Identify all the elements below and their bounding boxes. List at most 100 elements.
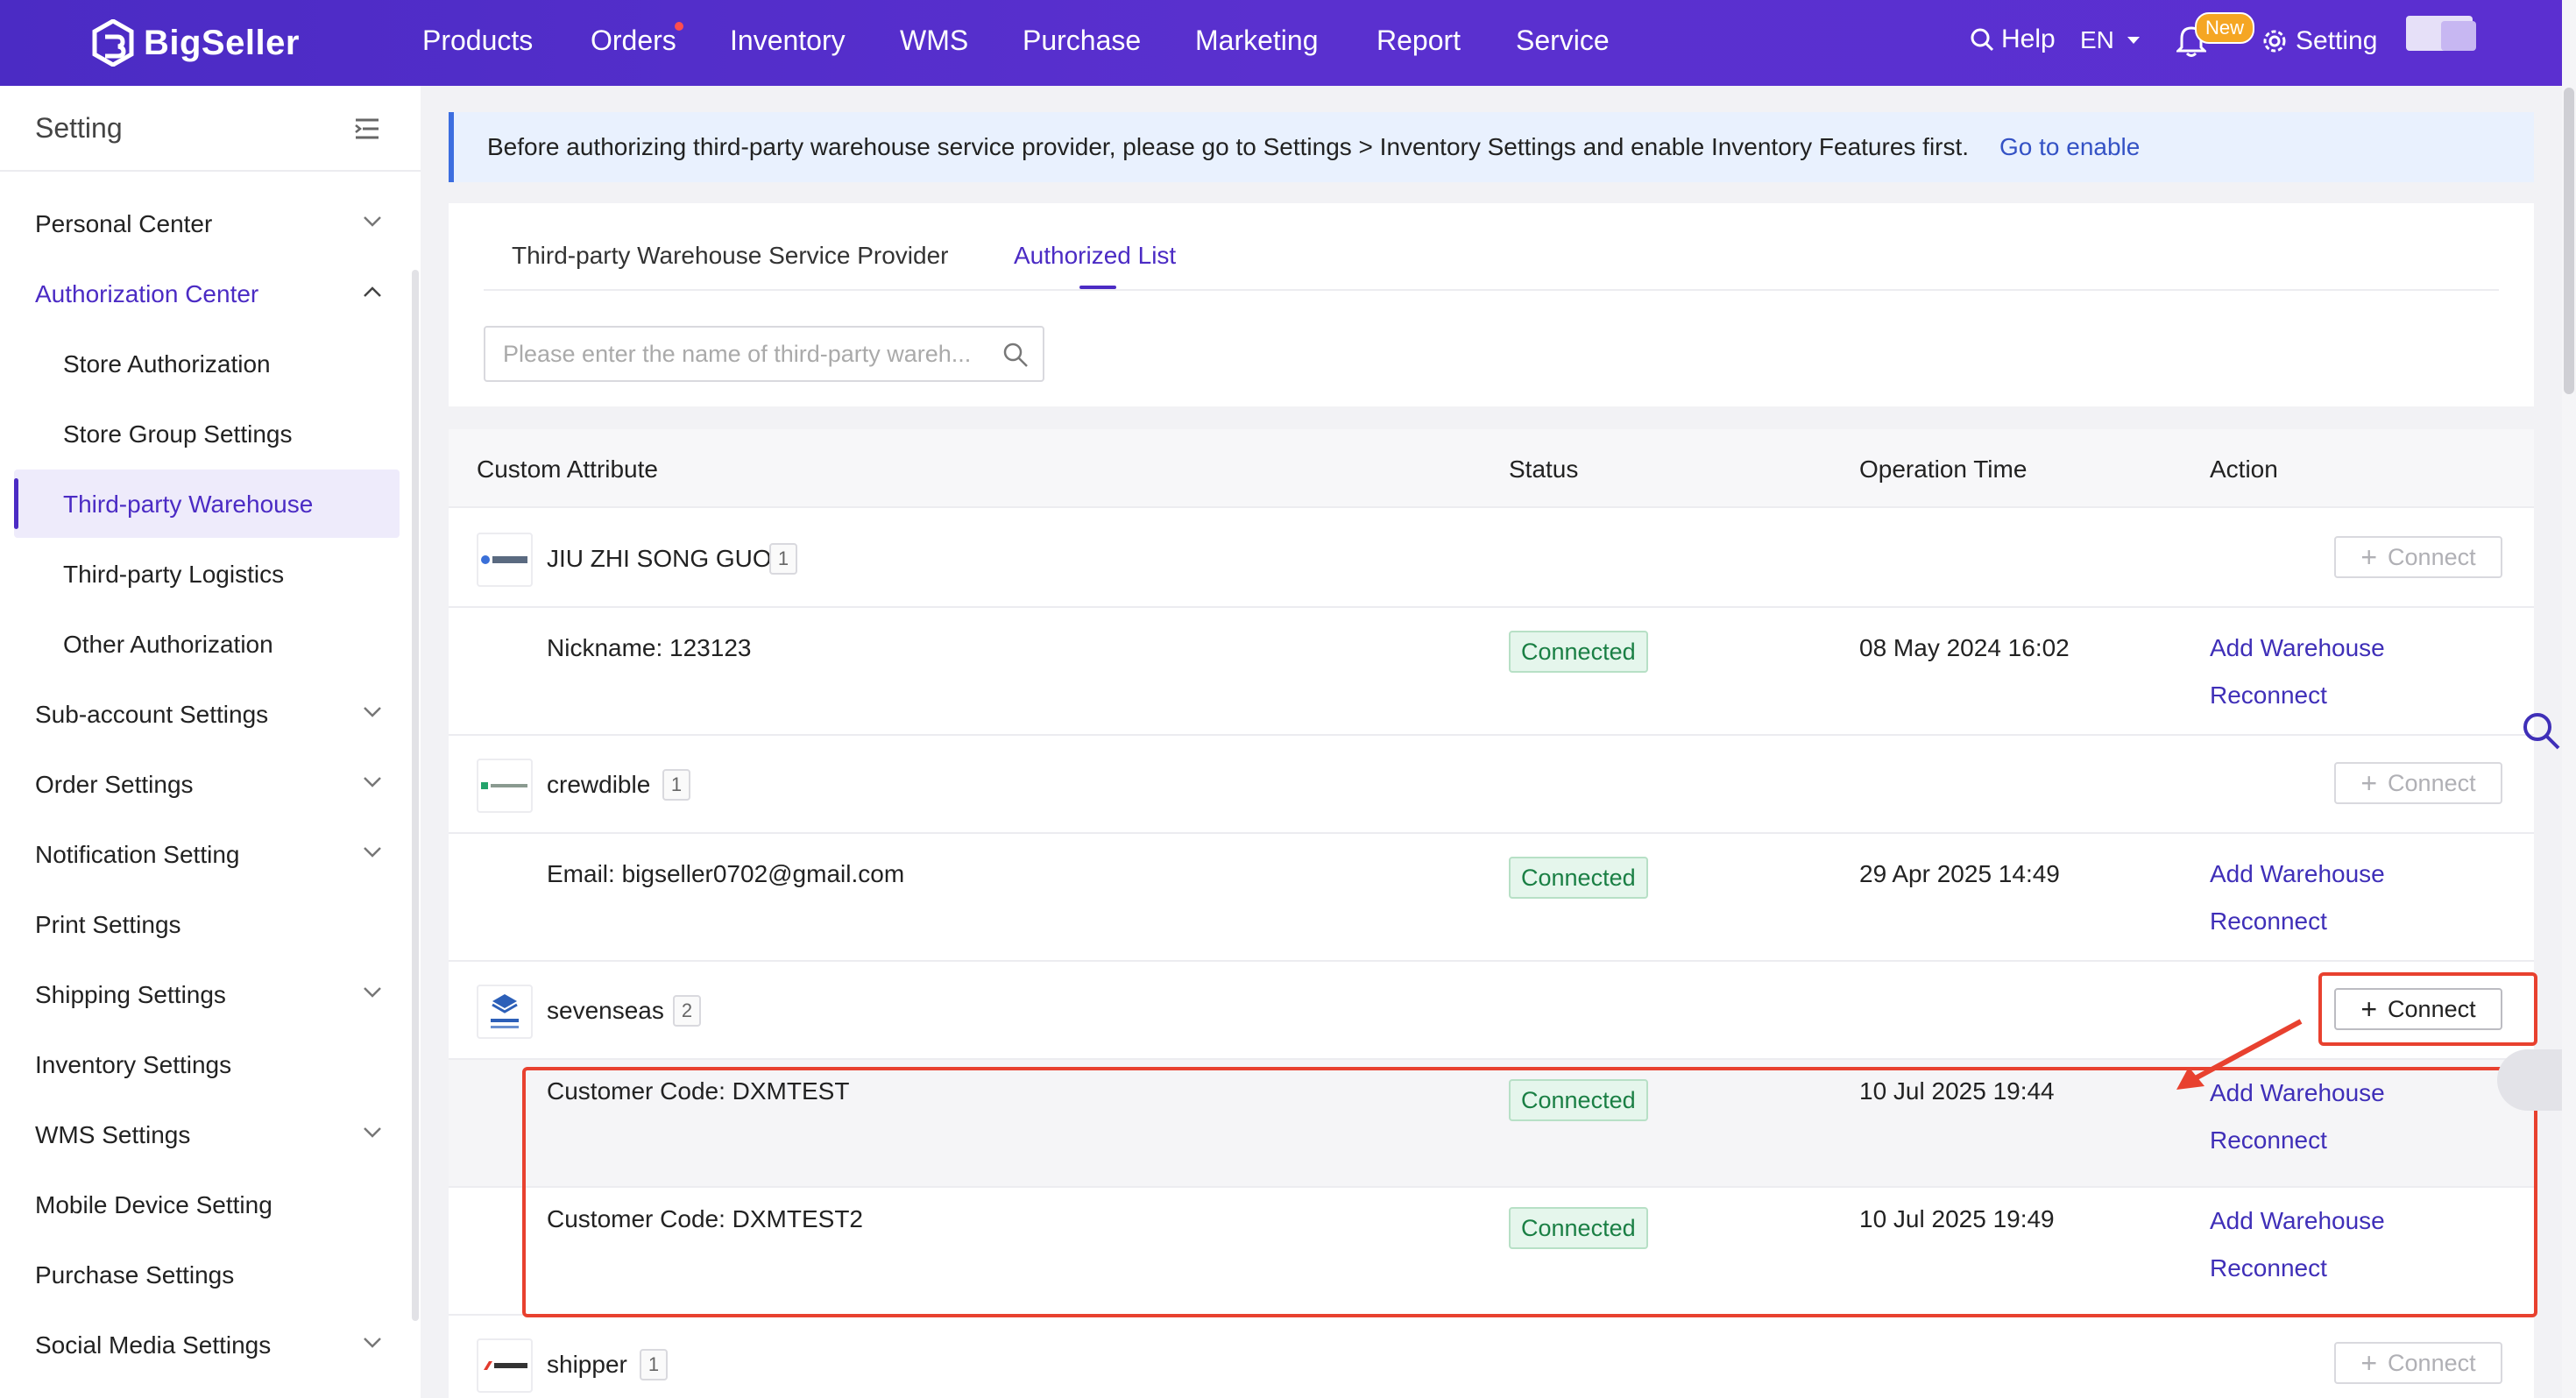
sidebar-scrollbar[interactable] xyxy=(412,270,419,1321)
sidebar-item-print-settings[interactable]: Print Settings xyxy=(14,890,400,958)
orders-notification-dot xyxy=(674,22,683,31)
nav-report[interactable]: Report xyxy=(1376,25,1461,57)
provider-count-badge: 1 xyxy=(769,543,797,575)
group-row-jiu-zhi-song-guo: JIU ZHI SONG GUO 1 + Connect xyxy=(449,510,2534,608)
connect-button[interactable]: + Connect xyxy=(2334,762,2502,804)
brand-logo[interactable]: BigSeller xyxy=(91,19,300,67)
gear-icon xyxy=(2263,30,2286,53)
sidebar-item-label: Purchase Settings xyxy=(35,1261,235,1289)
sidebar-item-store-group-settings[interactable]: Store Group Settings xyxy=(14,399,400,468)
sidebar-item-label: Order Settings xyxy=(35,771,194,798)
nav-products[interactable]: Products xyxy=(422,25,533,57)
plus-icon: + xyxy=(2360,1347,2378,1379)
sidebar-item-other-authorization[interactable]: Other Authorization xyxy=(14,610,400,678)
crewdible-logo-icon xyxy=(481,782,527,789)
provider-name: JIU ZHI SONG GUO xyxy=(547,545,772,572)
sidebar-item-purchase-settings[interactable]: Purchase Settings xyxy=(14,1240,400,1309)
sidebar-item-inventory-settings[interactable]: Inventory Settings xyxy=(14,1030,400,1098)
sidebar-item-wms-settings[interactable]: WMS Settings xyxy=(14,1100,400,1169)
connect-button[interactable]: + Connect xyxy=(2334,536,2502,578)
new-badge: New xyxy=(2195,12,2255,44)
connect-label: Connect xyxy=(2388,543,2476,570)
header-action: Action xyxy=(2210,455,2278,483)
table-row: Email: bigseller0702@gmail.com Connected… xyxy=(449,834,2534,962)
help-label: Help xyxy=(2001,25,2056,53)
sidebar-item-third-party-logistics[interactable]: Third-party Logistics xyxy=(14,540,400,608)
provider-count-badge: 2 xyxy=(673,995,701,1027)
sidebar-item-personal-center[interactable]: Personal Center xyxy=(14,189,400,258)
sidebar-item-notification-setting[interactable]: Notification Setting xyxy=(14,820,400,888)
collapse-menu-icon[interactable] xyxy=(354,117,380,140)
chevron-down-icon xyxy=(364,847,381,858)
nav-service[interactable]: Service xyxy=(1516,25,1610,57)
language-selector[interactable]: EN xyxy=(2080,26,2141,54)
add-warehouse-link[interactable]: Add Warehouse xyxy=(2210,634,2385,662)
sidebar-item-authorization-center[interactable]: Authorization Center xyxy=(14,259,400,328)
search-field[interactable] xyxy=(484,326,1044,382)
caret-down-icon xyxy=(2127,37,2140,44)
search-icon xyxy=(1971,28,1994,52)
jiuzhi-logo-icon xyxy=(481,555,527,564)
shipper-logo-icon xyxy=(484,1361,527,1370)
chevron-down-icon xyxy=(364,1127,381,1138)
plus-icon: + xyxy=(2360,767,2378,799)
nav-purchase[interactable]: Purchase xyxy=(1023,25,1141,57)
sidebar-item-label: Notification Setting xyxy=(35,841,240,868)
sidebar-item-mobile-device-setting[interactable]: Mobile Device Setting xyxy=(14,1170,400,1239)
sidebar-item-label: Social Media Settings xyxy=(35,1331,272,1359)
sidebar-item-label: Store Authorization xyxy=(63,350,271,378)
sidebar-item-store-authorization[interactable]: Store Authorization xyxy=(14,329,400,398)
connect-button[interactable]: + Connect xyxy=(2334,1342,2502,1384)
floating-search-icon[interactable] xyxy=(2520,710,2562,752)
provider-count-badge: 1 xyxy=(640,1349,668,1380)
group-row-crewdible: crewdible 1 + Connect xyxy=(449,736,2534,834)
nav-orders[interactable]: Orders xyxy=(591,22,683,57)
sidebar-item-third-party-warehouse[interactable]: Third-party Warehouse xyxy=(14,470,400,538)
chevron-down-icon xyxy=(364,987,381,998)
search-input[interactable] xyxy=(503,338,994,370)
tab-authorized-list[interactable]: Authorized List xyxy=(1014,242,1176,270)
sidebar-item-label: Sub-account Settings xyxy=(35,701,269,728)
connect-label: Connect xyxy=(2388,1349,2476,1376)
go-to-enable-link[interactable]: Go to enable xyxy=(1999,133,2140,161)
sidebar-item-shipping-settings[interactable]: Shipping Settings xyxy=(14,960,400,1028)
sidebar-item-label: Print Settings xyxy=(35,911,181,938)
nav-wms[interactable]: WMS xyxy=(900,25,968,57)
top-navigation-bar: BigSeller Products Orders Inventory WMS … xyxy=(0,0,2576,86)
notice-text: Before authorizing third-party warehouse… xyxy=(487,133,1970,160)
annotation-arrow-icon xyxy=(2176,1019,2303,1090)
info-notice-banner: Before authorizing third-party warehouse… xyxy=(449,112,2534,182)
brand-name: BigSeller xyxy=(144,23,300,62)
add-warehouse-link[interactable]: Add Warehouse xyxy=(2210,860,2385,888)
sidebar-item-social-media-settings[interactable]: Social Media Settings xyxy=(14,1310,400,1379)
sidebar-header: Setting xyxy=(0,86,421,172)
settings-sidebar: Setting Personal Center Authorization Ce… xyxy=(0,86,421,1398)
sevenseas-logo-icon xyxy=(491,994,519,1028)
sidebar-item-order-settings[interactable]: Order Settings xyxy=(14,750,400,818)
sidebar-item-label: Inventory Settings xyxy=(35,1051,232,1078)
nav-orders-label: Orders xyxy=(591,25,676,56)
header-status: Status xyxy=(1509,455,1579,483)
sidebar-item-sub-account-settings[interactable]: Sub-account Settings xyxy=(14,680,400,748)
tab-service-provider[interactable]: Third-party Warehouse Service Provider xyxy=(512,242,948,270)
nav-inventory[interactable]: Inventory xyxy=(730,25,846,57)
nav-marketing[interactable]: Marketing xyxy=(1195,25,1319,57)
reconnect-link[interactable]: Reconnect xyxy=(2210,907,2327,936)
reconnect-link[interactable]: Reconnect xyxy=(2210,681,2327,710)
side-drawer-handle[interactable] xyxy=(2497,1049,2562,1111)
sidebar-item-label: WMS Settings xyxy=(35,1121,191,1148)
avatar-overlay xyxy=(2441,21,2476,51)
provider-count-badge: 1 xyxy=(662,769,690,801)
sidebar-item-label: Personal Center xyxy=(35,210,213,237)
highlight-rows-box xyxy=(522,1067,2537,1317)
sidebar-item-label: Third-party Logistics xyxy=(63,561,285,588)
search-icon[interactable] xyxy=(1002,342,1029,368)
provider-name: shipper xyxy=(547,1351,627,1378)
page-scrollbar[interactable] xyxy=(2564,88,2574,394)
custom-attribute-value: Email: bigseller0702@gmail.com xyxy=(547,860,905,887)
setting-link[interactable]: Setting xyxy=(2262,26,2377,56)
chevron-down-icon xyxy=(364,1338,381,1348)
help-link[interactable]: Help xyxy=(1970,25,2056,54)
sidebar-item-label: Shipping Settings xyxy=(35,981,226,1008)
chevron-down-icon xyxy=(364,777,381,787)
